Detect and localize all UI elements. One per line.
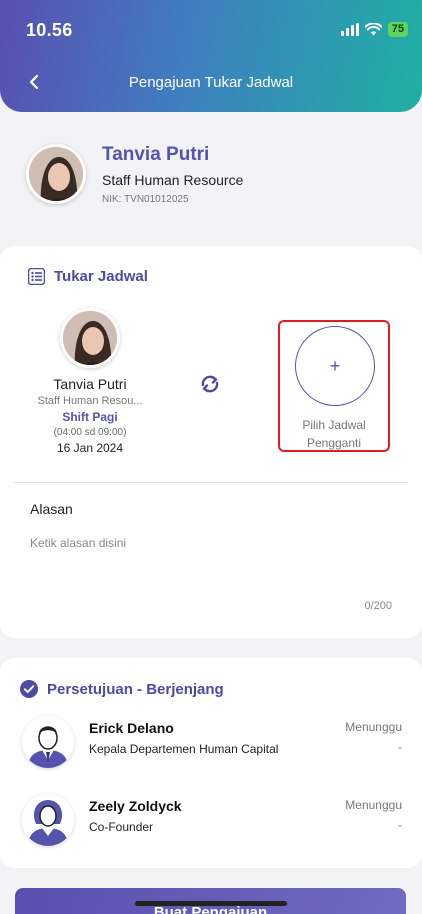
reason-input[interactable] [30, 536, 390, 606]
current-shift-date: 16 Jan 2024 [56, 441, 124, 455]
current-schedule: Tanvia Putri Staff Human Resou... Shift … [20, 308, 160, 455]
swap-icon [201, 375, 219, 393]
approver-role: Kepala Departemen Human Capital [89, 742, 279, 756]
approver-role: Co-Founder [89, 820, 154, 834]
battery-indicator: 75 [387, 22, 408, 37]
pick-replacement-schedule-button[interactable]: + Pilih Jadwal Pengganti [278, 320, 390, 452]
reason-char-counter: 0/200 [364, 600, 392, 612]
current-employee-role: Staff Human Resou... [37, 395, 143, 407]
divider [14, 482, 408, 483]
reason-label: Alasan [30, 501, 73, 517]
pick-replacement-label: Pilih Jadwal Pengganti [280, 416, 388, 452]
approver-row: Zeely Zoldyck Co-Founder Menunggu - [22, 794, 402, 854]
swap-title-text: Tukar Jadwal [54, 268, 148, 285]
add-schedule-circle[interactable]: + [295, 326, 375, 406]
page-title: Pengajuan Tukar Jadwal [128, 74, 294, 91]
signal-icon [340, 23, 359, 36]
approval-title-text: Persetujuan - Berjenjang [47, 680, 224, 698]
employee-name: Tanvia Putri [102, 144, 210, 165]
avatar [26, 144, 86, 204]
check-circle-icon [20, 680, 38, 698]
status-icons: 75 [340, 22, 408, 37]
approval-card: Persetujuan - Berjenjang Erick Delano Ke… [0, 658, 422, 868]
approver-name: Erick Delano [89, 720, 174, 736]
swap-schedule-card: Tukar Jadwal Tanvia Putri Staff Human Re… [0, 246, 422, 638]
wifi-icon [364, 23, 382, 36]
approver-status: Menunggu [345, 798, 402, 812]
approver-date: - [398, 740, 402, 754]
employee-nik: NIK: TVN01012025 [102, 194, 189, 205]
approval-section-title: Persetujuan - Berjenjang [20, 680, 224, 698]
avatar [22, 794, 74, 846]
employee-role: Staff Human Resource [102, 172, 244, 188]
app-header: 10.56 75 Pengajuan Tukar Jadwal [0, 0, 422, 112]
home-indicator [135, 901, 287, 906]
avatar [22, 716, 74, 768]
plus-icon: + [329, 355, 341, 376]
status-time: 10.56 [26, 20, 73, 40]
swap-section-title: Tukar Jadwal [28, 268, 148, 285]
current-shift-time: (04:00 sd 09:00) [53, 427, 127, 438]
approver-date: - [398, 818, 402, 832]
list-icon [28, 268, 45, 285]
approver-status: Menunggu [345, 720, 402, 734]
pick-label-line2: Pengganti [306, 436, 362, 450]
pick-label-line1: Pilih Jadwal [302, 418, 366, 432]
approver-row: Erick Delano Kepala Departemen Human Cap… [22, 716, 402, 776]
avatar [60, 308, 120, 368]
current-employee-name: Tanvia Putri [53, 376, 127, 392]
employee-profile: Tanvia Putri Staff Human Resource NIK: T… [26, 144, 406, 208]
approver-name: Zeely Zoldyck [89, 798, 182, 814]
current-shift: Shift Pagi [62, 410, 118, 424]
